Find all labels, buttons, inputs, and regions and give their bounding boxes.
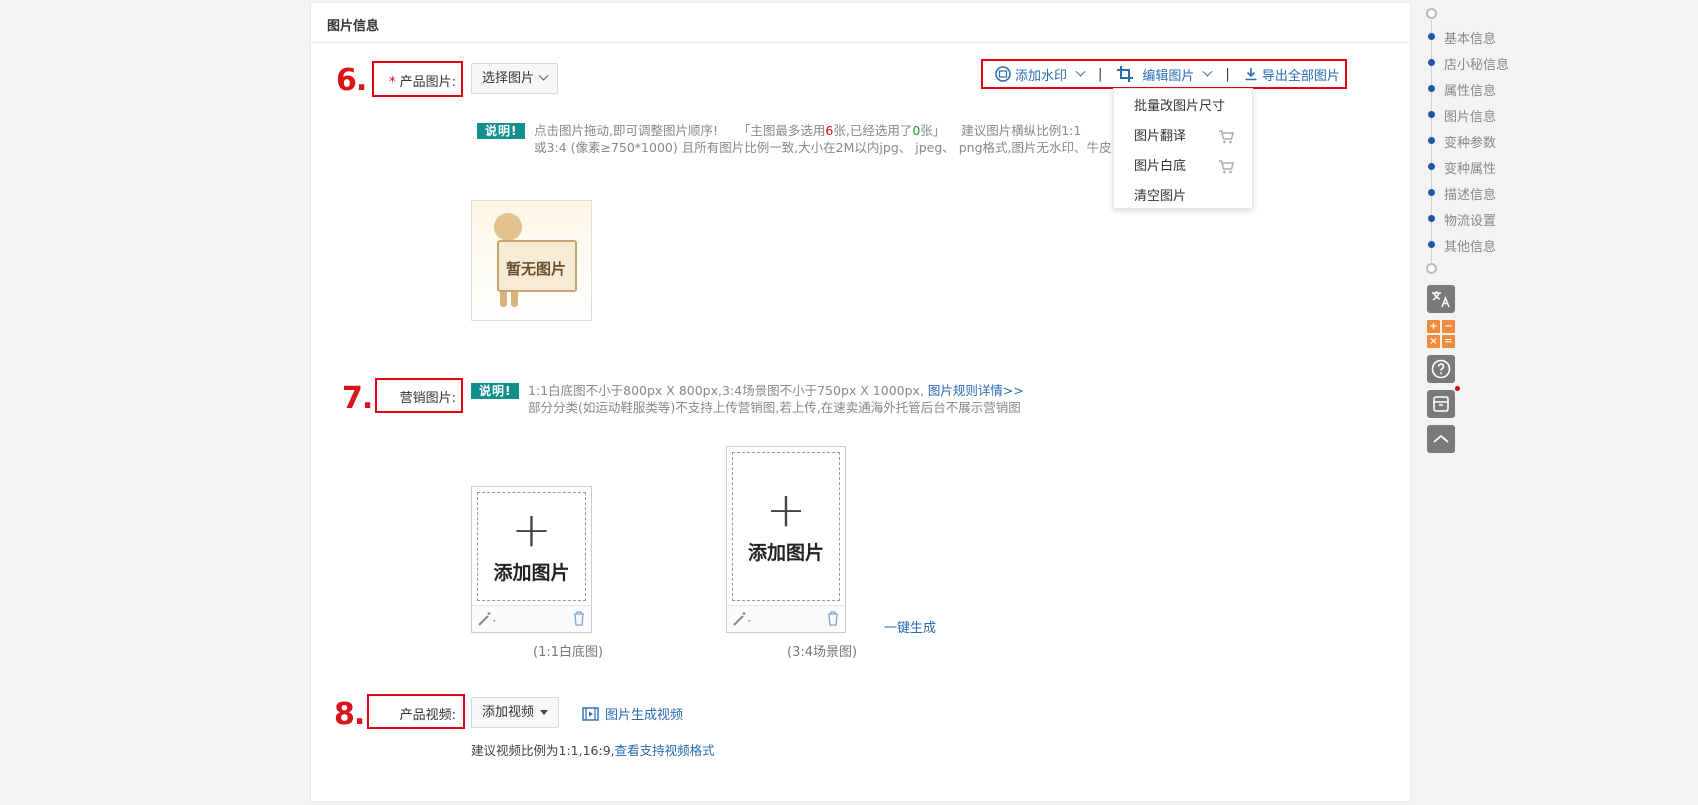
edit-image-menu: 批量改图片尺寸 图片翻译 图片白底 清空图片 [1113,88,1253,209]
menu-item-clear-images[interactable]: 清空图片 [1114,182,1252,212]
magic-wand-icon[interactable] [477,611,499,627]
upload-tools [727,605,845,632]
nav-item-variant-params[interactable]: 变种参数 [1444,132,1496,151]
nav-bottom-circle[interactable] [1426,263,1437,274]
add-image-dropzone[interactable]: + 添加图片 [477,492,586,601]
step-7-marker: 7. [342,381,373,416]
nav-item-dianxiaomi-info[interactable]: 店小秘信息 [1444,54,1509,73]
nav-item-basic-info[interactable]: 基本信息 [1444,28,1496,47]
menu-item-white-background[interactable]: 图片白底 [1114,152,1252,182]
nav-dot [1428,137,1435,144]
translate-icon [1432,291,1450,308]
trash-icon[interactable] [573,611,585,626]
nav-item-logistics[interactable]: 物流设置 [1444,210,1496,229]
step-8-marker: 8. [334,697,365,732]
section-title: 图片信息 [311,3,1410,43]
trash-icon[interactable] [827,611,839,626]
plus-icon: + [511,502,552,558]
caption-scene: (3:4场景图) [787,645,858,660]
nav-item-description[interactable]: 描述信息 [1444,184,1496,203]
cart-icon [1219,130,1234,144]
menu-item-batch-resize[interactable]: 批量改图片尺寸 [1114,92,1252,122]
upload-tools [472,605,591,632]
film-icon [582,706,599,721]
caption-square: (1:1白底图) [533,645,604,660]
image-toolbar: 添加水印 | 编辑图片 | 导出全部图片 [981,59,1347,89]
nav-dot [1428,33,1435,40]
magic-wand-icon[interactable] [732,611,754,627]
nav-item-other-info[interactable]: 其他信息 [1444,236,1496,255]
step-6-marker: 6. [336,63,367,98]
add-watermark-button[interactable]: 添加水印 [995,65,1086,84]
supported-video-formats-link[interactable]: 查看支持视频格式 [615,743,715,758]
export-all-images-button[interactable]: 导出全部图片 [1244,65,1340,84]
chevron-down-icon [1075,66,1086,77]
toolbar-separator: | [1098,66,1103,82]
crop-icon [1117,66,1134,82]
calc-plus-icon: + [1427,320,1440,333]
upload-square-image[interactable]: + 添加图片 [471,486,592,633]
watermark-icon [995,66,1011,82]
image-rules-link[interactable]: 图片规则详情>> [928,383,1024,398]
nav-dot [1428,241,1435,248]
product-images-label: * 产品图片: [389,75,456,90]
select-image-button[interactable]: 选择图片 [471,63,559,94]
download-icon [1245,68,1257,81]
generate-video-link[interactable]: 图片生成视频 [582,704,683,723]
toolbar-separator: | [1225,66,1230,82]
calculator-button[interactable]: + − × = [1427,320,1455,348]
no-image-text: 暂无图片 [506,260,567,278]
nav-dot [1428,189,1435,196]
product-images-note-line1: 点击图片拖动,即可调整图片顺序! 「主图最多选用6张,已经选用了0张」 建议图片… [534,123,1082,138]
calc-minus-icon: − [1442,320,1455,333]
translate-button[interactable] [1427,285,1455,313]
help-button[interactable] [1427,355,1455,383]
nav-dot [1428,215,1435,222]
marketing-images-label: 营销图片: [399,391,456,406]
nav-dot [1428,59,1435,66]
notification-dot [1455,386,1460,391]
calc-equals-icon: = [1442,335,1455,348]
add-video-button[interactable]: 添加视频 [471,697,560,728]
cart-icon [1219,160,1234,174]
nav-item-attribute-info[interactable]: 属性信息 [1444,80,1496,99]
nav-dot [1428,85,1435,92]
calc-times-icon: × [1427,335,1440,348]
archive-icon [1433,396,1449,412]
marketing-images-note-line1: 1:1白底图不小于800px X 800px,3:4场景图不小于750px X … [528,383,1024,398]
no-image-placeholder: 暂无图片 [471,200,592,321]
nav-dot [1428,163,1435,170]
marketing-images-note-line2: 部分分类(如运动鞋服类等)不支持上传营销图,若上传,在速卖通海外托管后台不展示营… [528,400,1021,415]
edit-image-button[interactable]: 编辑图片 [1116,65,1213,84]
product-images-note-line2: 或3:4 (像素≥750*1000) 且所有图片比例一致,大小在2M以内jpg、… [534,140,1112,155]
upload-scene-image[interactable]: + 添加图片 [726,446,846,633]
menu-item-translate[interactable]: 图片翻译 [1114,122,1252,152]
chevron-down-icon [1202,66,1213,77]
nav-top-circle[interactable] [1426,8,1437,19]
add-image-dropzone[interactable]: + 添加图片 [732,452,840,601]
product-video-label: 产品视频: [399,708,456,723]
nav-item-variant-attributes[interactable]: 变种属性 [1444,158,1496,177]
chevron-down-icon [538,70,549,81]
archive-button[interactable] [1427,390,1455,418]
plus-icon: + [765,482,807,538]
one-click-generate-link[interactable]: 一键生成 [884,617,936,636]
product-images-note-badge: 说明! [477,123,526,139]
video-hint: 建议视频比例为1:1,16:9,查看支持视频格式 [471,743,715,758]
question-icon [1431,359,1451,379]
nav-dot [1428,111,1435,118]
chevron-up-icon [1433,434,1449,443]
back-to-top-button[interactable] [1427,425,1455,453]
marketing-images-note-badge: 说明! [471,383,520,399]
caret-down-icon [540,710,549,715]
nav-item-image-info[interactable]: 图片信息 [1444,106,1496,125]
